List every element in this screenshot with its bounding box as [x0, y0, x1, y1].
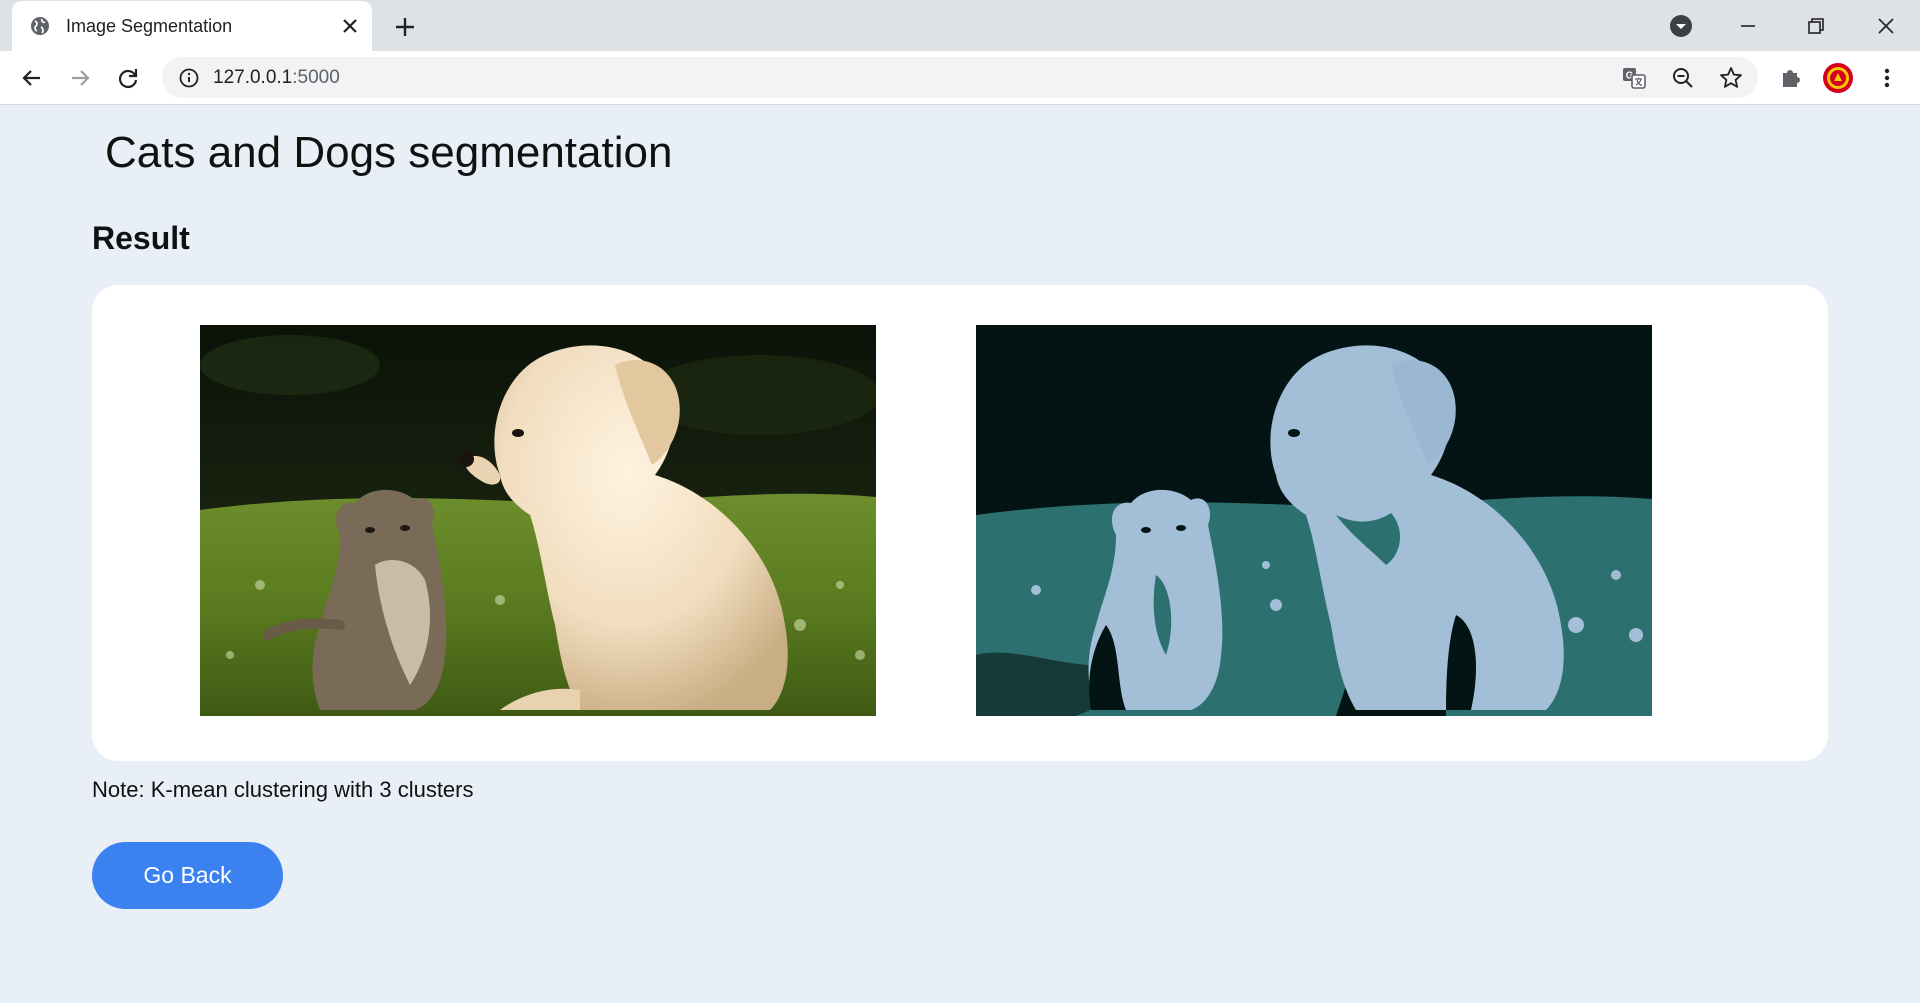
forward-arrow-icon[interactable] [64, 62, 96, 94]
browser-tab-strip: Image Segmentation [0, 0, 1920, 51]
clustering-note: Note: K-mean clustering with 3 clusters [92, 777, 474, 802]
go-back-button[interactable]: Go Back [92, 842, 283, 909]
result-card [92, 285, 1828, 761]
url-text: 127.0.0.1:5000 [213, 67, 340, 89]
close-window-icon[interactable] [1870, 10, 1902, 42]
result-heading: Result [92, 220, 190, 256]
reload-icon[interactable] [112, 62, 144, 94]
address-bar[interactable]: 127.0.0.1:5000 G [162, 57, 1758, 98]
site-info-icon[interactable] [178, 67, 200, 89]
url-host: 127.0.0.1 [213, 67, 293, 88]
segmented-image [976, 325, 1652, 716]
restore-icon[interactable] [1800, 10, 1832, 42]
globe-icon [30, 16, 50, 36]
more-menu-icon[interactable] [1871, 62, 1903, 94]
page-title: Cats and Dogs segmentation [105, 128, 673, 177]
back-arrow-icon[interactable] [16, 62, 48, 94]
close-tab-icon[interactable] [338, 14, 362, 38]
browser-toolbar: 127.0.0.1:5000 G [0, 51, 1920, 105]
tab-search-icon[interactable] [1665, 10, 1697, 42]
bookmark-star-icon[interactable] [1718, 65, 1744, 91]
original-image [200, 325, 876, 716]
profile-avatar[interactable] [1822, 62, 1854, 94]
zoom-out-icon[interactable] [1670, 65, 1696, 91]
tab-title: Image Segmentation [66, 16, 233, 36]
url-port: :5000 [292, 67, 340, 88]
new-tab-icon[interactable] [390, 12, 420, 42]
translate-icon[interactable]: G [1621, 65, 1647, 91]
minimize-icon[interactable] [1732, 10, 1764, 42]
browser-tab[interactable]: Image Segmentation [12, 1, 372, 51]
extensions-puzzle-icon[interactable] [1775, 62, 1807, 94]
